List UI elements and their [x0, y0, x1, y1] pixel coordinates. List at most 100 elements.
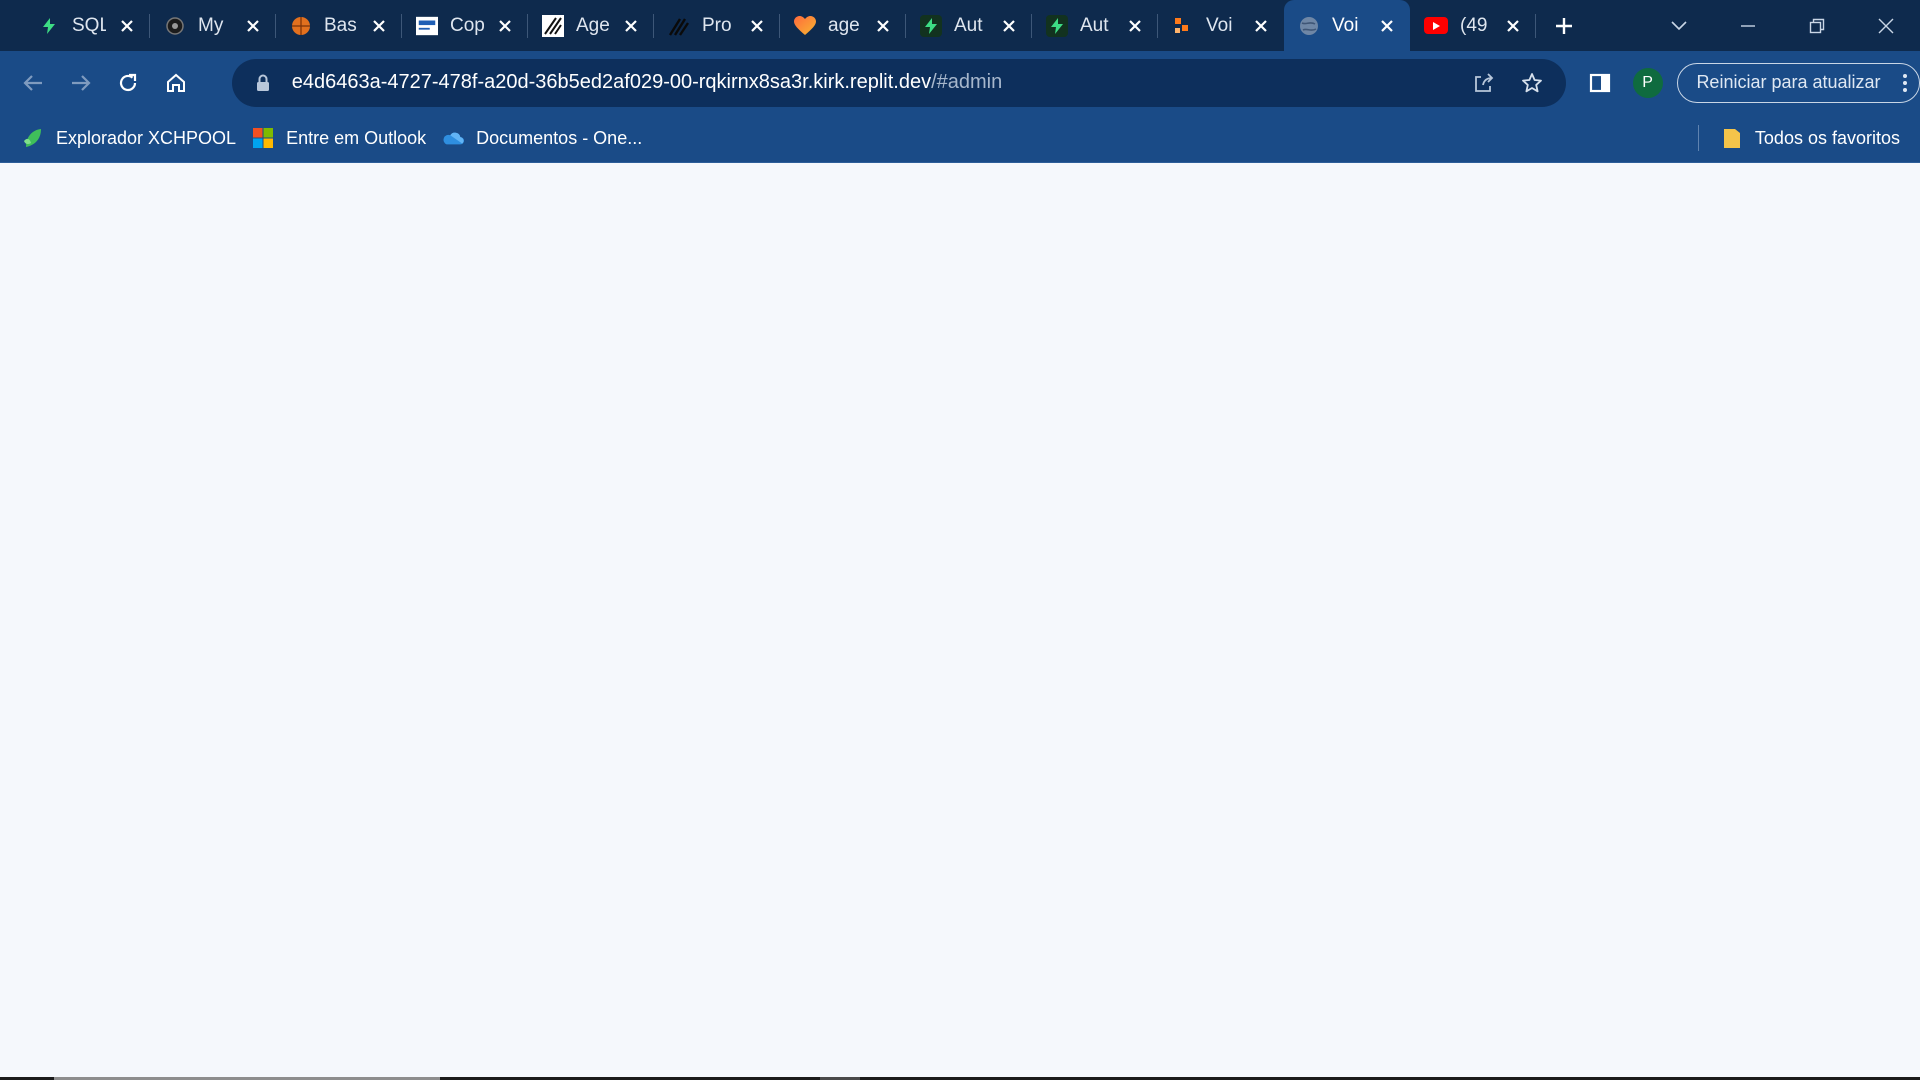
tab-age[interactable]: Age: [528, 0, 654, 51]
restore-icon: [1809, 18, 1824, 33]
microsoft-icon: [252, 127, 274, 149]
restore-button[interactable]: [1782, 0, 1851, 51]
chevron-down-icon: [1670, 20, 1687, 30]
replit-bolt-icon: [920, 14, 942, 37]
tab-voi-active[interactable]: Voi: [1284, 0, 1410, 51]
tab-title: My: [198, 14, 224, 36]
close-icon[interactable]: [1378, 17, 1396, 35]
bookmark-label: Documentos - One...: [476, 127, 643, 148]
all-bookmarks-button[interactable]: Todos os favoritos: [1713, 120, 1908, 156]
close-icon[interactable]: [622, 17, 640, 35]
address-bar[interactable]: e4d6463a-4727-478f-a20d-36b5ed2af029-00-…: [231, 58, 1567, 107]
close-icon[interactable]: [1504, 17, 1522, 35]
tab-title: Cop: [450, 14, 484, 36]
stripes-dark-icon: [668, 15, 690, 37]
bookmark-outlook[interactable]: Entre em Outlook: [244, 120, 434, 156]
close-icon[interactable]: [244, 17, 262, 35]
all-bookmarks-area: Todos os favoritos: [1697, 120, 1908, 156]
tab-cop[interactable]: Cop: [402, 0, 528, 51]
tab-title: SQL: [72, 14, 106, 36]
browser-toolbar: e4d6463a-4727-478f-a20d-36b5ed2af029-00-…: [0, 51, 1920, 114]
restart-to-update-button[interactable]: Reiniciar para atualizar: [1677, 62, 1920, 103]
close-icon[interactable]: [118, 17, 136, 35]
kebab-menu-icon[interactable]: [1902, 73, 1907, 92]
close-icon[interactable]: [1000, 17, 1018, 35]
tab-title: Aut: [1080, 14, 1109, 36]
profile-button[interactable]: P: [1624, 59, 1672, 107]
tab-sql[interactable]: SQL: [24, 0, 150, 51]
bookmark-label: Explorador XCHPOOL: [56, 127, 237, 148]
youtube-icon: [1424, 17, 1448, 34]
omnibox-actions: [1460, 59, 1556, 107]
url-path: /#admin: [931, 71, 1003, 93]
plus-icon: [1556, 17, 1572, 34]
tab-title: age: [828, 14, 860, 36]
tab-aut-1[interactable]: Aut: [906, 0, 1032, 51]
tab-age-2[interactable]: age: [780, 0, 906, 51]
gear-dark-icon: [164, 15, 186, 37]
home-button[interactable]: [152, 59, 200, 107]
stripes-icon: [542, 14, 564, 37]
arrow-left-icon: [23, 74, 42, 91]
close-window-button[interactable]: [1851, 0, 1920, 51]
share-icon: [1475, 72, 1494, 92]
tab-bas[interactable]: Bas: [276, 0, 402, 51]
close-icon[interactable]: [496, 17, 514, 35]
tab-voi-1[interactable]: Voi: [1158, 0, 1284, 51]
folder-icon: [1721, 127, 1743, 149]
tab-title: Pro: [702, 14, 732, 36]
blocks-orange-icon: [1172, 15, 1194, 37]
tab-title: Age: [576, 14, 610, 36]
tab-list: SQL My Bas Cop Age Pro age Aut Aut Voi V…: [0, 0, 1536, 51]
close-icon[interactable]: [1252, 17, 1270, 35]
tab-pro[interactable]: Pro: [654, 0, 780, 51]
basketball-icon: [290, 15, 312, 37]
share-button[interactable]: [1460, 59, 1508, 107]
bookmark-explorador[interactable]: Explorador XCHPOOL: [14, 120, 244, 156]
bookmark-label: Entre em Outlook: [286, 127, 427, 148]
tab-search-button[interactable]: [1644, 0, 1713, 51]
page-content: [0, 163, 1920, 1080]
home-icon: [166, 73, 185, 92]
tab-title: Aut: [954, 14, 983, 36]
reload-icon: [120, 73, 137, 91]
tab-youtube[interactable]: (49: [1410, 0, 1536, 51]
tab-aut-2[interactable]: Aut: [1032, 0, 1158, 51]
star-icon: [1522, 72, 1542, 92]
tab-title: Voi: [1332, 14, 1359, 36]
tab-title: Bas: [324, 14, 357, 36]
arrow-right-icon: [71, 74, 91, 91]
back-button[interactable]: [9, 59, 57, 107]
minimize-button[interactable]: [1713, 0, 1782, 51]
bookmark-onedrive[interactable]: Documentos - One...: [434, 120, 650, 156]
side-panel-button[interactable]: [1576, 59, 1624, 107]
side-panel-icon: [1589, 73, 1611, 92]
reload-button[interactable]: [104, 59, 152, 107]
minimize-icon: [1740, 24, 1755, 27]
close-icon: [1878, 18, 1893, 33]
bookmarks-bar: Explorador XCHPOOL Entre em Outlook Docu…: [0, 114, 1920, 163]
close-icon[interactable]: [874, 17, 892, 35]
close-icon[interactable]: [1126, 17, 1144, 35]
tab-title: (49: [1460, 14, 1488, 36]
tab-strip: SQL My Bas Cop Age Pro age Aut Aut Voi V…: [0, 0, 1920, 51]
avatar: P: [1632, 67, 1663, 98]
forward-button[interactable]: [57, 59, 105, 107]
lock-icon[interactable]: [252, 72, 274, 94]
all-bookmarks-label: Todos os favoritos: [1754, 127, 1900, 148]
globe-icon: [1298, 15, 1320, 37]
close-icon[interactable]: [748, 17, 766, 35]
update-label: Reiniciar para atualizar: [1696, 72, 1881, 92]
bookmark-star-button[interactable]: [1508, 59, 1556, 107]
leaf-icon: [22, 127, 44, 149]
tab-title: Voi: [1206, 14, 1233, 36]
replit-bolt-icon: [38, 15, 60, 37]
close-icon[interactable]: [370, 17, 388, 35]
url-host: e4d6463a-4727-478f-a20d-36b5ed2af029-00-…: [291, 71, 932, 93]
tab-my[interactable]: My: [150, 0, 276, 51]
onedrive-icon: [442, 127, 465, 149]
url-text[interactable]: e4d6463a-4727-478f-a20d-36b5ed2af029-00-…: [292, 71, 1002, 94]
replit-bolt-icon: [1046, 14, 1068, 37]
new-tab-button[interactable]: [1542, 0, 1586, 51]
divider: [1697, 125, 1699, 151]
